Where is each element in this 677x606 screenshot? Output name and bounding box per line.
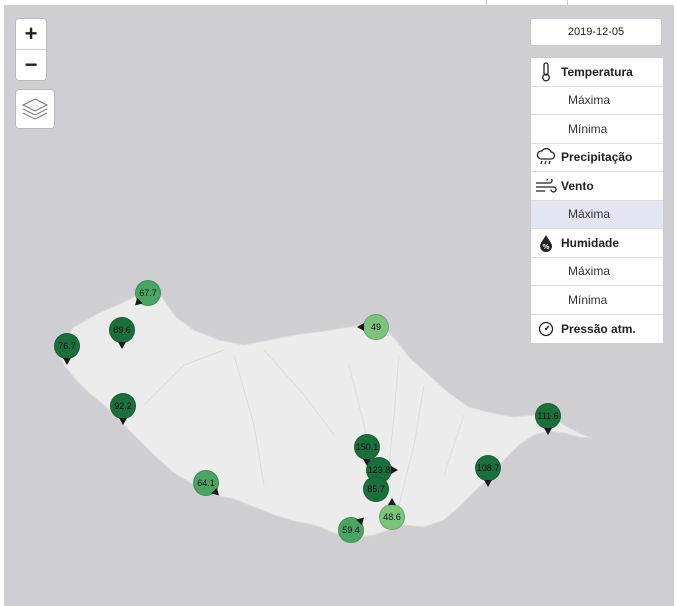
wind-direction-arrow	[118, 342, 126, 349]
date-display[interactable]: 2019-12-05	[530, 18, 662, 46]
wind-direction-arrow	[484, 480, 492, 487]
station-marker[interactable]: 150.1	[354, 434, 380, 460]
menu-label: Temperatura	[561, 64, 633, 79]
humidity-drop-icon: %	[531, 234, 561, 252]
wind-direction-arrow	[391, 466, 398, 474]
station-marker[interactable]: 108.7	[475, 455, 501, 481]
station-marker[interactable]: 111.6	[535, 403, 561, 429]
menu-label: Pressão atm.	[561, 321, 636, 336]
wind-direction-arrow	[357, 323, 364, 331]
menu-label: Vento	[561, 178, 594, 193]
wind-icon	[531, 178, 561, 193]
layers-icon	[21, 98, 49, 120]
menu-pressao[interactable]: Pressão atm.	[531, 315, 663, 344]
layers-button[interactable]	[15, 89, 55, 129]
svg-text:%: %	[542, 243, 549, 251]
map-canvas[interactable]: 67.7 89.6 76.7 92.2 64.1 49 150.1 123.8 85.7 48.6…	[4, 5, 674, 606]
station-marker[interactable]: 48.6	[379, 504, 405, 530]
zoom-control: + −	[15, 18, 47, 81]
station-marker[interactable]: 89.6	[109, 317, 135, 343]
rain-cloud-icon	[531, 148, 561, 166]
menu-label: Humidade	[561, 235, 620, 250]
wind-direction-arrow	[63, 358, 71, 365]
zoom-in-button[interactable]: +	[16, 19, 46, 49]
menu-vento[interactable]: Vento	[531, 172, 663, 201]
wind-direction-arrow	[544, 428, 552, 435]
station-marker[interactable]: 92.2	[110, 393, 136, 419]
menu-label: Precipitação	[561, 150, 633, 165]
menu-humidade-maxima[interactable]: Máxima	[531, 258, 663, 286]
menu-humidade[interactable]: % Humidade	[531, 229, 663, 258]
station-marker[interactable]: 85.7	[363, 476, 389, 502]
variable-menu: Temperatura Máxima Mínima Precipitação V…	[530, 57, 664, 344]
wind-direction-arrow	[119, 418, 127, 425]
menu-vento-maxima[interactable]: Máxima	[531, 200, 663, 229]
wind-direction-arrow	[388, 498, 396, 505]
menu-temperatura[interactable]: Temperatura	[531, 58, 663, 87]
menu-temperatura-minima[interactable]: Mínima	[531, 115, 663, 144]
station-marker[interactable]: 76.7	[54, 333, 80, 359]
thermometer-icon	[531, 62, 561, 82]
station-marker[interactable]: 49	[363, 314, 389, 340]
menu-humidade-minima[interactable]: Mínima	[531, 286, 663, 315]
gauge-icon	[531, 321, 561, 337]
menu-precipitacao[interactable]: Precipitação	[531, 144, 663, 172]
menu-temperatura-maxima[interactable]: Máxima	[531, 87, 663, 115]
zoom-out-button[interactable]: −	[16, 49, 46, 80]
